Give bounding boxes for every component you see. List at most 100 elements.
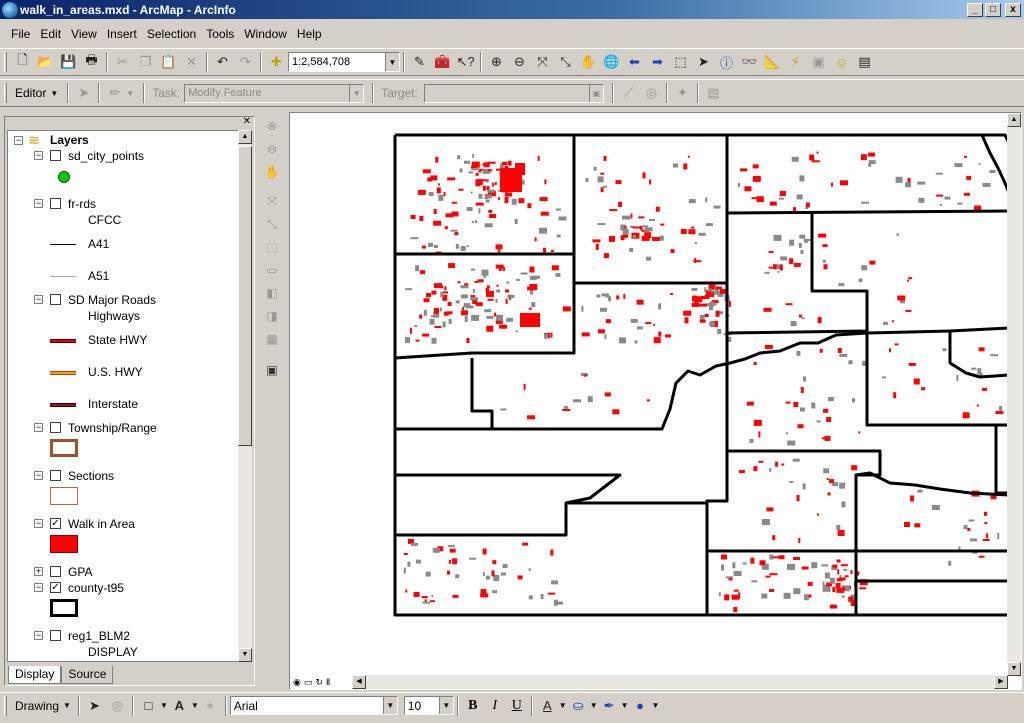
copy-icon[interactable]: ❐ — [134, 51, 157, 73]
fixed-zoom-in-page-icon[interactable]: ⤧ — [261, 191, 283, 211]
add-data-icon[interactable]: ✚ — [265, 51, 288, 73]
font-color-icon[interactable]: A — [536, 695, 559, 717]
fill-color-bucket-icon[interactable]: ⛀ — [567, 695, 590, 717]
font-size-select[interactable]: 10 ▼ — [403, 696, 454, 715]
scroll-right-icon[interactable]: ▶ — [994, 675, 1008, 689]
bold-button[interactable]: B — [462, 698, 484, 714]
a41-line-symbol[interactable] — [50, 244, 76, 245]
sections-fill-symbol[interactable] — [50, 487, 78, 505]
menu-window[interactable]: Window — [239, 27, 292, 41]
layer-walk-in-area[interactable]: Walk in Area — [68, 517, 135, 531]
undo-icon[interactable]: ↶ — [211, 51, 234, 73]
underline-button[interactable]: U — [506, 698, 528, 714]
collapse-icon[interactable]: − — [34, 471, 43, 480]
restore-button[interactable]: □ — [985, 2, 1001, 17]
rotate-element-icon[interactable]: ◎ — [106, 695, 129, 717]
collapse-icon[interactable]: − — [34, 583, 43, 592]
select-features-icon[interactable]: ⬚ — [669, 51, 692, 73]
target-select[interactable]: ▣ — [423, 83, 604, 103]
marker-color-icon[interactable]: ● — [629, 695, 652, 717]
collapse-icon[interactable]: − — [34, 295, 43, 304]
attributes-icon[interactable]: ▤ — [702, 82, 725, 104]
smiley-icon[interactable]: ☺ — [830, 51, 853, 73]
map-horizontal-scrollbar[interactable]: ◀ ▶ — [352, 675, 1008, 689]
county-fill-symbol[interactable] — [50, 599, 78, 617]
menu-insert[interactable]: Insert — [102, 27, 142, 41]
state-hwy-symbol[interactable] — [50, 339, 76, 343]
tab-source[interactable]: Source — [61, 666, 114, 684]
fixed-zoom-out-icon[interactable]: ⤡ — [554, 51, 577, 73]
layer-checkbox[interactable]: ✓ — [50, 582, 61, 593]
layer-checkbox[interactable] — [50, 150, 61, 161]
layer-sections[interactable]: Sections — [68, 469, 114, 483]
line-color-icon[interactable]: ✒ — [598, 695, 621, 717]
forward-arrow-icon[interactable]: ➡ — [646, 51, 669, 73]
editor-menu-button[interactable]: Editor — [11, 86, 50, 100]
map-scale-select[interactable]: 1:2,584,708 ▼ — [288, 52, 400, 72]
interstate-symbol[interactable] — [50, 403, 76, 407]
layer-checkbox[interactable] — [50, 470, 61, 481]
chevron-down-icon[interactable]: ▼ — [160, 701, 168, 710]
italic-button[interactable]: I — [484, 698, 506, 714]
minimize-button[interactable]: _ — [967, 2, 983, 17]
forward-extent-icon[interactable]: ◨ — [261, 306, 283, 326]
whats-this-help-icon[interactable]: ↖? — [454, 51, 477, 73]
pause-drawing-icon[interactable]: Ⅱ — [326, 677, 330, 688]
expand-icon[interactable]: + — [34, 567, 43, 576]
task-select[interactable]: Modify Feature ▼ — [184, 83, 365, 103]
layer-checkbox[interactable] — [50, 294, 61, 305]
new-document-icon[interactable]: 🗋 — [11, 51, 34, 73]
menu-help[interactable]: Help — [292, 27, 327, 41]
map-vertical-scrollbar[interactable]: ▲ ▼ — [1007, 113, 1021, 676]
data-view-icon[interactable]: ◉ — [293, 677, 301, 688]
layout-view-icon[interactable]: ▭ — [304, 677, 313, 688]
chevron-down-icon[interactable]: ▼ — [385, 53, 399, 71]
save-icon[interactable]: 💾 — [57, 51, 80, 73]
menu-file[interactable]: File — [6, 27, 35, 41]
overview-icon[interactable]: ▣ — [807, 51, 830, 73]
collapse-icon[interactable]: − — [34, 199, 43, 208]
chevron-down-icon[interactable]: ▼ — [590, 701, 598, 710]
toolbar-grip[interactable] — [4, 52, 7, 72]
chevron-down-icon[interactable]: ▼ — [559, 701, 567, 710]
chevron-down-icon[interactable]: ▼ — [63, 701, 71, 710]
chevron-down-icon[interactable]: ▼ — [50, 89, 58, 98]
close-button[interactable]: x — [1005, 2, 1021, 17]
city-point-symbol[interactable] — [58, 171, 70, 183]
editor-toolbar-icon[interactable]: ✎ — [408, 51, 431, 73]
scroll-thumb[interactable] — [238, 146, 252, 446]
fixed-zoom-out-page-icon[interactable]: ⤡ — [261, 214, 283, 234]
zoom-100-icon[interactable]: ▭ — [261, 260, 283, 280]
arctoolbox-icon[interactable]: 🧰 — [431, 51, 454, 73]
identify-icon[interactable]: ⓘ — [715, 51, 738, 73]
full-extent-globe-icon[interactable]: 🌐 — [600, 51, 623, 73]
edit-tool-icon[interactable]: ➤ — [72, 82, 95, 104]
redo-icon[interactable]: ↷ — [234, 51, 257, 73]
rotate-tool-icon[interactable]: ◎ — [640, 82, 663, 104]
collapse-icon[interactable]: − — [34, 519, 43, 528]
layer-checkbox[interactable] — [50, 422, 61, 433]
select-elements-icon[interactable]: ➤ — [692, 51, 715, 73]
layer-township-range[interactable]: Township/Range — [68, 421, 157, 435]
arcmap-app-icon[interactable] — [2, 1, 18, 18]
layer-reg1-blm2[interactable]: reg1_BLM2 — [68, 629, 130, 643]
a51-line-symbol[interactable] — [50, 276, 76, 277]
map-display[interactable]: ▲ ▼ ◉ ▭ ↻ Ⅱ ◀ ▶ — [289, 112, 1022, 690]
collapse-icon[interactable]: − — [14, 136, 23, 145]
collapse-icon[interactable]: − — [34, 423, 43, 432]
sketch-properties-icon[interactable]: ✦ — [671, 82, 694, 104]
pan-hand-icon[interactable]: ✋ — [577, 51, 600, 73]
fixed-zoom-in-icon[interactable]: ⤧ — [531, 51, 554, 73]
cut-icon[interactable]: ✂ — [111, 51, 134, 73]
chevron-down-icon[interactable]: ▼ — [126, 89, 134, 98]
chevron-down-icon[interactable]: ▼ — [191, 701, 199, 710]
scroll-up-icon[interactable]: ▲ — [238, 130, 252, 144]
chevron-down-icon[interactable]: ▣ — [588, 84, 603, 102]
chevron-down-icon[interactable]: ▼ — [382, 697, 397, 714]
font-select[interactable]: Arial ▼ — [229, 696, 398, 715]
refresh-icon[interactable]: ↻ — [315, 677, 323, 688]
menu-selection[interactable]: Selection — [142, 27, 201, 41]
layer-checkbox[interactable] — [50, 566, 61, 577]
zoom-out-page-icon[interactable]: ⊖ — [261, 139, 283, 159]
pan-page-icon[interactable]: ✋ — [261, 162, 283, 182]
